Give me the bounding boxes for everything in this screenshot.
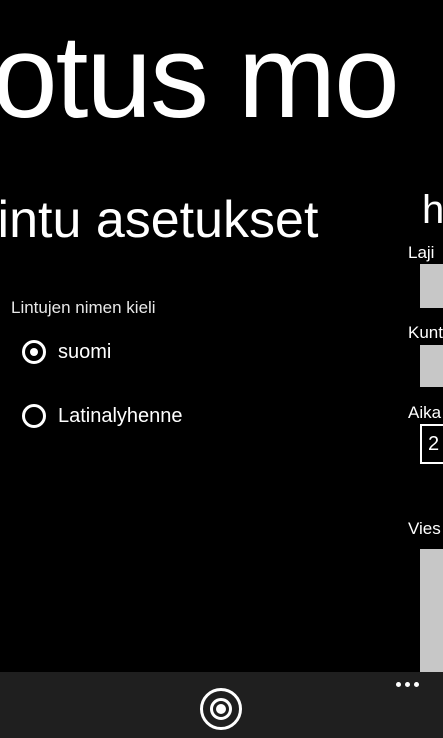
kunta-input[interactable]: [420, 345, 443, 387]
radio-unselected-icon: [22, 404, 46, 428]
dot: [405, 682, 410, 687]
dot: [396, 682, 401, 687]
settings-section-title: lintu asetukset: [0, 191, 319, 249]
next-panel-title: h: [422, 188, 443, 232]
field-label-kunta: Kunt: [408, 323, 443, 342]
language-setting-label: Lintujen nimen kieli: [11, 298, 156, 317]
record-icon[interactable]: [200, 688, 242, 730]
radio-suomi[interactable]: suomi: [22, 340, 111, 364]
record-core: [216, 704, 226, 714]
aika-input[interactable]: 2: [420, 424, 443, 464]
dot: [414, 682, 419, 687]
radio-dot: [30, 348, 38, 356]
radio-label-latinalyhenne: Latinalyhenne: [58, 404, 183, 427]
radio-label-suomi: suomi: [58, 340, 112, 363]
field-label-viesti: Vies: [408, 519, 441, 538]
field-label-laji: Laji: [408, 243, 435, 262]
radio-selected-icon: [22, 340, 46, 364]
laji-input[interactable]: [420, 264, 443, 308]
app-bar: [0, 672, 443, 738]
more-dots-icon[interactable]: [396, 682, 419, 687]
field-label-aika: Aika: [408, 403, 442, 422]
radio-latinalyhenne[interactable]: Latinalyhenne: [22, 404, 183, 428]
viesti-input[interactable]: [420, 549, 443, 679]
screen: otus mo lintu asetukset h Lintujen nimen…: [0, 0, 443, 738]
panorama-title: otus mo: [0, 11, 400, 143]
